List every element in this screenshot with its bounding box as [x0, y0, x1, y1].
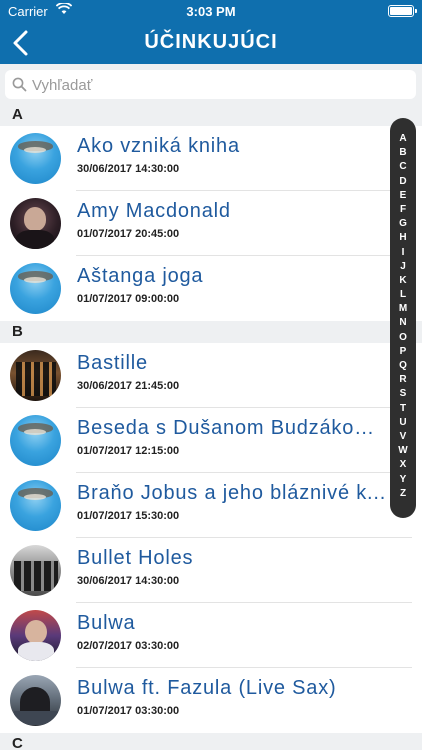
performance-datetime: 30/06/2017 14:30:00: [77, 163, 180, 175]
performance-datetime: 01/07/2017 12:15:00: [77, 445, 180, 457]
index-letter-t[interactable]: T: [390, 402, 416, 416]
performer-name: Ako vzniká kniha: [77, 135, 240, 157]
index-letter-f[interactable]: F: [390, 203, 416, 217]
avatar: [10, 610, 61, 661]
list-item[interactable]: Bullet Holes 30/06/2017 14:30:00: [0, 538, 422, 603]
index-letter-i[interactable]: I: [390, 246, 416, 260]
index-letter-s[interactable]: S: [390, 387, 416, 401]
section-index-list: ABCDEFGHIJKLMNOPQRSTUVWXYZ: [390, 132, 416, 501]
performer-name: Bullet Holes: [77, 547, 194, 569]
index-letter-o[interactable]: O: [390, 331, 416, 345]
index-letter-u[interactable]: U: [390, 416, 416, 430]
index-letter-n[interactable]: N: [390, 316, 416, 330]
index-letter-q[interactable]: Q: [390, 359, 416, 373]
index-letter-v[interactable]: V: [390, 430, 416, 444]
index-letter-p[interactable]: P: [390, 345, 416, 359]
performance-datetime: 02/07/2017 03:30:00: [77, 640, 180, 652]
section-header-b: B: [0, 321, 422, 343]
performance-datetime: 30/06/2017 14:30:00: [77, 575, 180, 587]
index-letter-d[interactable]: D: [390, 175, 416, 189]
search-icon: [12, 77, 27, 97]
battery-icon: [388, 5, 417, 17]
performer-name: Beseda s Dušanom Budzákom ...: [77, 417, 389, 439]
index-letter-y[interactable]: Y: [390, 473, 416, 487]
avatar: [10, 350, 61, 401]
index-letter-l[interactable]: L: [390, 288, 416, 302]
search-input[interactable]: [32, 74, 402, 96]
index-letter-b[interactable]: B: [390, 146, 416, 160]
avatar: [10, 545, 61, 596]
index-letter-m[interactable]: M: [390, 302, 416, 316]
list-item[interactable]: Bulwa 02/07/2017 03:30:00: [0, 603, 422, 668]
list-item[interactable]: Bastille 30/06/2017 21:45:00: [0, 343, 422, 408]
performance-datetime: 01/07/2017 20:45:00: [77, 228, 180, 240]
performer-name: Braňo Jobus a jeho bláznivé k...: [77, 482, 387, 504]
section-header-a: A: [0, 104, 422, 126]
list-item[interactable]: Aštanga joga 01/07/2017 09:00:00: [0, 256, 422, 321]
section-index-bar[interactable]: ABCDEFGHIJKLMNOPQRSTUVWXYZ: [390, 118, 416, 518]
search-box[interactable]: [5, 70, 416, 99]
performer-list: A Ako vzniká kniha 30/06/2017 14:30:00 A…: [0, 104, 422, 750]
section-header-c: C: [0, 733, 422, 750]
performer-name: Bulwa ft. Fazula (Live Sax): [77, 677, 337, 699]
avatar: [10, 133, 61, 184]
performer-name: Amy Macdonald: [77, 200, 231, 222]
list-item[interactable]: Beseda s Dušanom Budzákom ... 01/07/2017…: [0, 408, 422, 473]
list-item[interactable]: Ako vzniká kniha 30/06/2017 14:30:00: [0, 126, 422, 191]
page-title: ÚČINKUJÚCI: [144, 31, 278, 53]
index-letter-w[interactable]: W: [390, 444, 416, 458]
list-item[interactable]: Braňo Jobus a jeho bláznivé k... 01/07/2…: [0, 473, 422, 538]
performer-name: Bulwa: [77, 612, 136, 634]
performance-datetime: 01/07/2017 15:30:00: [77, 510, 180, 522]
index-letter-j[interactable]: J: [390, 260, 416, 274]
status-time: 3:03 PM: [186, 4, 236, 19]
performer-name: Bastille: [77, 352, 148, 374]
index-letter-g[interactable]: G: [390, 217, 416, 231]
avatar: [10, 263, 61, 314]
nav-bar: ÚČINKUJÚCI: [0, 22, 422, 64]
status-bar: Carrier 3:03 PM: [0, 0, 422, 22]
index-letter-k[interactable]: K: [390, 274, 416, 288]
avatar: [10, 198, 61, 249]
index-letter-z[interactable]: Z: [390, 487, 416, 501]
list-item[interactable]: Amy Macdonald 01/07/2017 20:45:00: [0, 191, 422, 256]
avatar: [10, 480, 61, 531]
index-letter-x[interactable]: X: [390, 458, 416, 472]
index-letter-c[interactable]: C: [390, 160, 416, 174]
index-letter-r[interactable]: R: [390, 373, 416, 387]
performer-name: Aštanga joga: [77, 265, 204, 287]
search-bar: [0, 64, 422, 104]
performance-datetime: 01/07/2017 03:30:00: [77, 705, 180, 717]
header: Carrier 3:03 PM ÚČINKUJÚCI: [0, 0, 422, 64]
performance-datetime: 30/06/2017 21:45:00: [77, 380, 180, 392]
index-letter-a[interactable]: A: [390, 132, 416, 146]
index-letter-h[interactable]: H: [390, 231, 416, 245]
list-item[interactable]: Bulwa ft. Fazula (Live Sax) 01/07/2017 0…: [0, 668, 422, 733]
avatar: [10, 675, 61, 726]
avatar: [10, 415, 61, 466]
performance-datetime: 01/07/2017 09:00:00: [77, 293, 180, 305]
index-letter-e[interactable]: E: [390, 189, 416, 203]
